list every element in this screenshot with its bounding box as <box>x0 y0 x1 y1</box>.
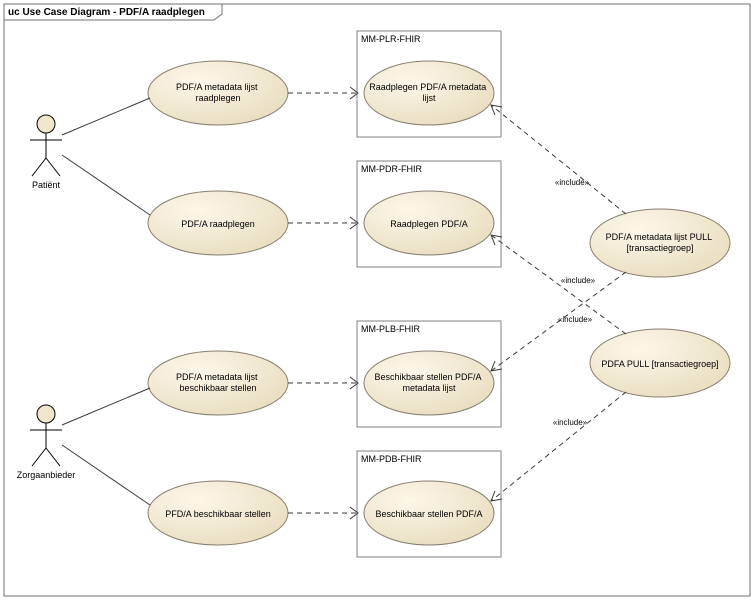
svg-text:«include»: «include» <box>558 315 593 324</box>
panel-title: uc Use Case Diagram - PDF/A raadplegen <box>8 7 205 18</box>
svg-text:«include»: «include» <box>553 418 588 427</box>
svg-text:Beschikbaar stellen PDF/A: Beschikbaar stellen PDF/A <box>375 509 482 519</box>
dep-uc2-to-s2 <box>288 217 358 229</box>
actor-patient-label: Patiënt <box>32 180 61 190</box>
include-g1-s1: «include» <box>491 105 626 214</box>
subsystem-mm-plr-fhir: MM-PLR-FHIR Raadplegen PDF/A metadata li… <box>357 31 501 137</box>
svg-text:«include»: «include» <box>555 178 590 187</box>
dep-uc3-to-s3 <box>288 377 358 389</box>
usecase-pdfa-metadata-lijst-beschikbaar-stellen: PDF/A metadata lijst beschikbaar stellen… <box>148 351 288 415</box>
usecase-pdfa-pull: PDFA PULL [transactiegroep] <box>590 329 730 397</box>
usecase-pdfa-metadata-lijst-raadplegen: PDF/A metadata lijst raadplegen PDF/A me… <box>148 61 288 125</box>
subsystem-mm-plb-fhir: MM-PLB-FHIR Beschikbaar stellen PDF/A me… <box>357 321 501 427</box>
assoc-patient-uc2 <box>62 155 150 215</box>
svg-text:PFD/A beschikbaar stellen: PFD/A beschikbaar stellen <box>165 509 271 519</box>
assoc-zorg-uc3 <box>62 388 150 425</box>
svg-text:PDF/A raadplegen: PDF/A raadplegen <box>181 219 255 229</box>
usecase-pdfa-raadplegen: PDF/A raadplegen <box>148 191 288 255</box>
actor-zorgaanbieder-label: Zorgaanbieder <box>17 470 76 480</box>
subsystem-mm-pdr-fhir: MM-PDR-FHIR Raadplegen PDF/A <box>357 161 501 267</box>
assoc-patient-uc1 <box>62 98 150 135</box>
use-case-diagram: uc Use Case Diagram - PDF/A raadplegen P… <box>0 0 754 600</box>
dep-uc4-to-s4 <box>288 507 358 519</box>
subsystem-mm-pdb-fhir: MM-PDB-FHIR Beschikbaar stellen PDF/A <box>357 451 501 557</box>
include-g2-s4: «include» <box>491 392 626 501</box>
svg-text:Raadplegen PDF/A: Raadplegen PDF/A <box>390 219 468 229</box>
usecase-pfda-beschikbaar-stellen: PFD/A beschikbaar stellen <box>148 481 288 545</box>
panel-title-text: Use Case Diagram - PDF/A raadplegen <box>22 7 204 18</box>
subsystem-title: MM-PDR-FHIR <box>361 164 422 174</box>
svg-text:«include»: «include» <box>561 276 596 285</box>
dep-uc1-to-s1 <box>288 87 358 99</box>
panel-title-prefix: uc <box>8 7 22 18</box>
subsystem-title: MM-PLR-FHIR <box>361 34 421 44</box>
actor-patient: Patiënt <box>30 115 62 190</box>
svg-text:PDFA PULL [transactiegroep]: PDFA PULL [transactiegroep] <box>601 359 718 369</box>
subsystem-title: MM-PDB-FHIR <box>361 454 422 464</box>
subsystem-title: MM-PLB-FHIR <box>361 324 420 334</box>
usecase-pdfa-metadata-lijst-pull: PDF/A metadata lijst PULL [transactiegro… <box>590 209 730 277</box>
actor-zorgaanbieder: Zorgaanbieder <box>17 405 76 480</box>
svg-text:PDF/A metadata lijst bes: PDF/A metadata lijst beschikbaar stellen <box>176 372 260 393</box>
